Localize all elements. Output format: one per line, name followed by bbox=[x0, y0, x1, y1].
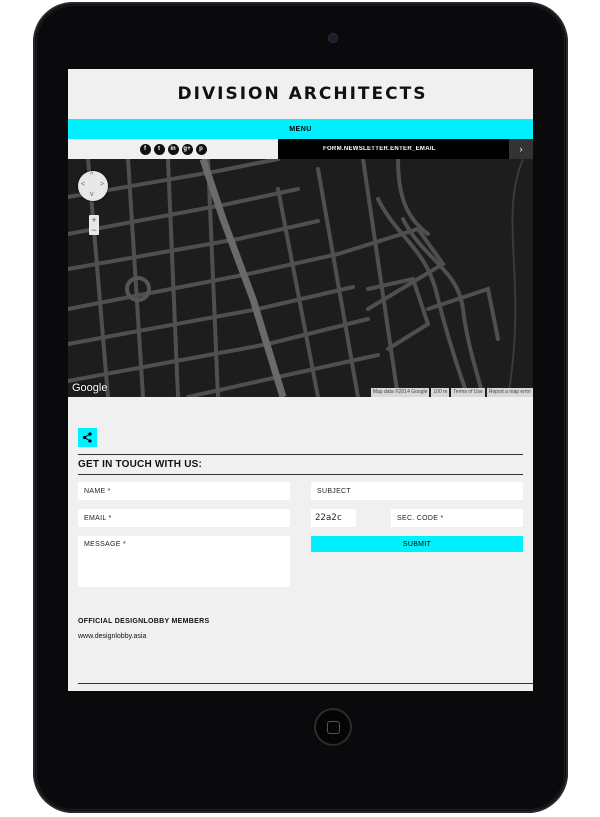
report-error-link[interactable]: Report a map error bbox=[486, 388, 533, 397]
google-logo[interactable]: Google bbox=[72, 382, 107, 394]
pinterest-icon[interactable]: p bbox=[195, 143, 207, 155]
security-code-field[interactable]: SEC. CODE * bbox=[391, 509, 523, 527]
contact-title: GET IN TOUCH WITH US: bbox=[78, 459, 203, 470]
section-divider bbox=[78, 474, 523, 475]
map-roads bbox=[68, 159, 524, 397]
map-attribution: Map data ©2014 Google 100 m Terms of Use… bbox=[370, 388, 533, 397]
map-zoom-control: + − bbox=[89, 215, 99, 235]
map[interactable]: ^ v < > + − Google Map data ©2014 Google… bbox=[68, 159, 533, 397]
captcha-image: 22a2c bbox=[311, 509, 356, 527]
submit-button[interactable]: SUBMIT bbox=[311, 536, 523, 552]
map-scale: 100 m bbox=[431, 388, 450, 397]
content: GET IN TOUCH WITH US: NAME * EMAIL * MES… bbox=[68, 428, 533, 640]
contact-form: NAME * EMAIL * MESSAGE * SUBJECT 22a2c S… bbox=[78, 482, 523, 596]
menu-bar[interactable]: MENU bbox=[68, 119, 533, 139]
menu-label[interactable]: MENU bbox=[289, 126, 312, 133]
members-title: OFFICIAL DESIGNLOBBY MEMBERS bbox=[78, 618, 210, 625]
members-link[interactable]: www.designlobby.asia bbox=[78, 633, 523, 640]
section-divider bbox=[78, 683, 533, 684]
map-data-label: Map data ©2014 Google bbox=[370, 388, 430, 397]
terms-link[interactable]: Terms of Use bbox=[451, 388, 485, 397]
linkedin-icon[interactable]: in bbox=[167, 143, 179, 155]
subject-field[interactable]: SUBJECT bbox=[311, 482, 523, 500]
screen: DIVISION ARCHITECTS MENU f t in g+ p › bbox=[68, 69, 533, 691]
zoom-in-button[interactable]: + bbox=[89, 215, 99, 225]
site-logo[interactable]: DIVISION ARCHITECTS bbox=[178, 84, 428, 104]
section-divider bbox=[78, 454, 523, 455]
form-left-column: NAME * EMAIL * MESSAGE * bbox=[78, 482, 290, 596]
name-field[interactable]: NAME * bbox=[78, 482, 290, 500]
email-field[interactable]: EMAIL * bbox=[78, 509, 290, 527]
map-pan-control[interactable]: ^ v < > bbox=[78, 171, 108, 201]
zoom-out-button[interactable]: − bbox=[89, 225, 99, 235]
share-button[interactable] bbox=[78, 428, 97, 447]
share-icon bbox=[82, 432, 92, 443]
facebook-icon[interactable]: f bbox=[139, 143, 151, 155]
social-icons: f t in g+ p bbox=[68, 139, 278, 159]
form-right-column: SUBJECT 22a2c SEC. CODE * SUBMIT bbox=[311, 482, 523, 596]
camera bbox=[329, 34, 337, 42]
newsletter-submit-button[interactable]: › bbox=[509, 139, 533, 159]
message-field[interactable]: MESSAGE * bbox=[78, 536, 290, 587]
google-plus-icon[interactable]: g+ bbox=[181, 143, 193, 155]
twitter-icon[interactable]: t bbox=[153, 143, 165, 155]
home-button[interactable] bbox=[316, 710, 350, 744]
social-newsletter-row: f t in g+ p › bbox=[68, 139, 533, 159]
newsletter-form: › bbox=[278, 139, 533, 159]
captcha-row: 22a2c SEC. CODE * bbox=[311, 509, 523, 536]
site-header: DIVISION ARCHITECTS bbox=[68, 69, 533, 119]
newsletter-email-input[interactable] bbox=[278, 140, 533, 158]
